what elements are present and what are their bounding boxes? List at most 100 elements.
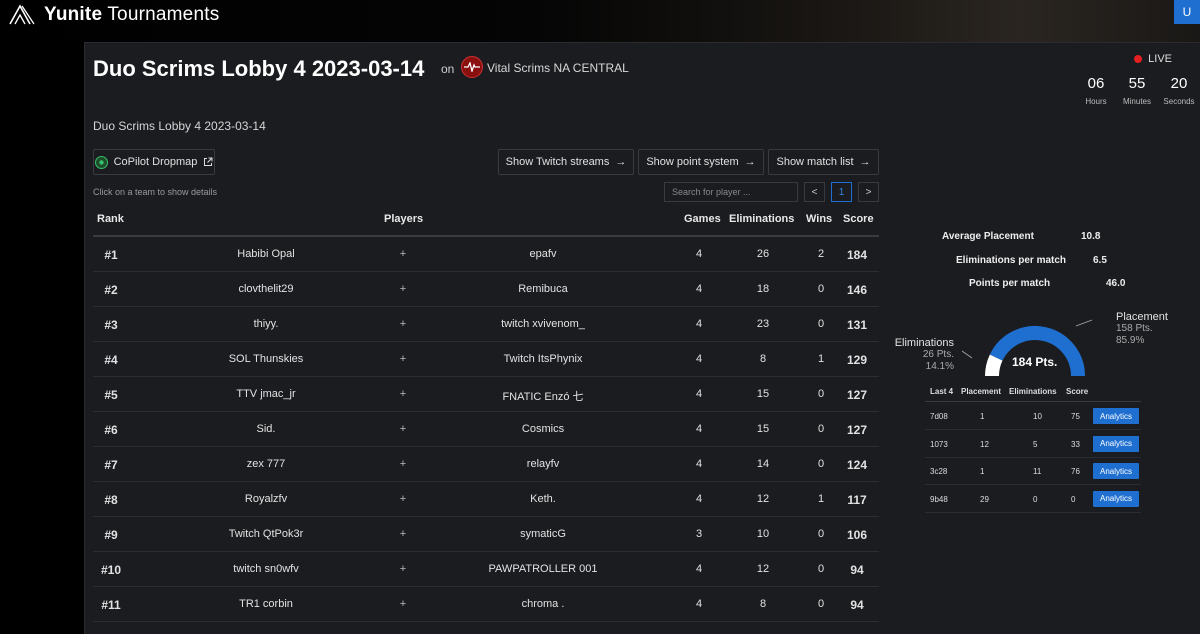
score-cell: 0	[1071, 494, 1076, 504]
games-cell: 3	[695, 528, 703, 540]
wins-cell: 1	[817, 353, 825, 365]
copilot-dropmap-button[interactable]: CoPilot Dropmap	[93, 149, 215, 175]
score-cell: 127	[846, 388, 868, 402]
countdown-hours: 06 Hours	[1085, 75, 1107, 106]
avg-placement-label: Average Placement	[942, 231, 1034, 242]
score-cell: 33	[1071, 439, 1080, 449]
score-cell: 75	[1071, 412, 1080, 421]
user-button[interactable]: U	[1174, 0, 1200, 24]
copilot-icon	[94, 155, 108, 169]
plus-sign: +	[399, 248, 407, 260]
rank-cell: #9	[104, 528, 118, 542]
on-label: on	[441, 62, 455, 76]
player-name: Royalzfv	[244, 493, 288, 505]
player-name: twitch sn0wfv	[233, 563, 299, 575]
score-cell: 146	[846, 283, 868, 297]
team-row[interactable]: #4 SOL Thunskies + Twitch ItsPhynix 4 8 1 129	[93, 342, 879, 377]
games-cell: 4	[695, 353, 703, 365]
elims-cell: 8	[759, 598, 767, 610]
countdown: 06 Hours 55 Minutes 20 Seconds	[1076, 75, 1200, 106]
page-current-button[interactable]: 1	[831, 182, 852, 202]
team-row[interactable]: #9 Twitch QtPok3r + symaticG 3 10 0 106	[93, 517, 879, 552]
leaderboard-header: Rank Players Games Eliminations Wins Sco…	[93, 213, 879, 237]
top-navbar: Yunite Tournaments U	[0, 0, 1200, 42]
show-match-list-button[interactable]: Show match list →	[768, 149, 879, 175]
page-next-button[interactable]: >	[858, 182, 879, 202]
show-point-system-button[interactable]: Show point system →	[638, 149, 764, 175]
plus-sign: +	[399, 528, 407, 540]
gauge-total: 184 Pts.	[1012, 355, 1058, 369]
plus-sign: +	[399, 388, 407, 400]
org-link[interactable]: Vital Scrims NA CENTRAL	[487, 61, 629, 75]
elims-cell: 12	[756, 563, 770, 575]
analytics-button[interactable]: Analytics	[1093, 463, 1139, 479]
brand-logo[interactable]: Yunite Tournaments	[8, 4, 219, 26]
games-cell: 4	[695, 563, 703, 575]
player-name: Sid.	[256, 423, 276, 435]
score-cell: 124	[846, 458, 868, 472]
analytics-button[interactable]: Analytics	[1093, 435, 1139, 452]
player-name: PAWPATROLLER 001	[488, 563, 598, 575]
team-row[interactable]: #10 twitch sn0wfv + PAWPATROLLER 001 4 12 0 94	[93, 552, 879, 587]
wins-cell: 0	[817, 598, 825, 610]
player-name: Habibi Opal	[237, 248, 295, 260]
plus-sign: +	[399, 598, 407, 610]
match-id: 7d08	[930, 412, 948, 421]
elims-cell: 15	[756, 388, 770, 400]
match-id: 3c28	[930, 467, 948, 476]
col-wins: Wins	[806, 213, 833, 225]
analytics-button[interactable]: Analytics	[1093, 408, 1139, 424]
score-cell: 94	[850, 563, 864, 577]
rank-cell: #11	[101, 598, 121, 612]
brand-name: Yunite Tournaments	[44, 4, 220, 25]
games-cell: 4	[695, 423, 703, 435]
show-twitch-streams-button[interactable]: Show Twitch streams →	[498, 149, 634, 175]
team-row[interactable]: #6 Sid. + Cosmics 4 15 0 127	[93, 412, 879, 447]
games-cell: 4	[695, 318, 703, 330]
org-logo-icon[interactable]	[461, 56, 483, 78]
last4-row: 9b48 29 0 0 Analytics	[925, 486, 1141, 513]
points-per-match-label: Points per match	[969, 278, 1051, 289]
placement-cell: 1	[980, 467, 985, 476]
player-name: Cosmics	[521, 423, 565, 435]
elims-cell: 0	[1033, 494, 1038, 504]
countdown-minutes: 55 Minutes	[1122, 75, 1151, 106]
wins-cell: 0	[817, 563, 825, 575]
team-row[interactable]: #5 TTV jmac_jr + FNATIC Enzó 七 4 15 0 127	[93, 377, 879, 412]
match-id: 1073	[930, 439, 948, 449]
player-name: Twitch ItsPhynix	[503, 353, 583, 365]
games-cell: 4	[695, 458, 703, 470]
page-subtitle: Duo Scrims Lobby 4 2023-03-14	[93, 119, 266, 133]
wins-cell: 0	[817, 283, 825, 295]
page-prev-button[interactable]: <	[804, 182, 825, 202]
live-dot-icon	[1134, 55, 1143, 63]
elims-per-match-value: 6.5	[1093, 255, 1107, 266]
plus-sign: +	[399, 283, 407, 295]
analytics-button[interactable]: Analytics	[1093, 490, 1139, 507]
team-row[interactable]: #8 Royalzfv + Keth. 4 12 1 117	[93, 482, 879, 517]
leaderboard-rows: #1 Habibi Opal + epafv 4 26 2 184 #2 clovthelit29…	[93, 237, 879, 622]
team-row[interactable]: #1 Habibi Opal + epafv 4 26 2 184	[93, 237, 879, 272]
plus-sign: +	[399, 458, 407, 470]
score-cell: 127	[846, 423, 868, 437]
placement-cell: 1	[980, 412, 985, 421]
score-cell: 117	[847, 493, 867, 507]
player-search-input[interactable]	[664, 182, 798, 202]
elims-cell: 15	[756, 423, 770, 435]
team-row[interactable]: #3 thiyy. + twitch xvivenom_ 4 23 0 131	[93, 307, 879, 342]
wins-cell: 0	[817, 423, 825, 435]
team-row[interactable]: #2 clovthelit29 + Remibuca 4 18 0 146	[93, 272, 879, 307]
elims-cell: 26	[756, 248, 770, 260]
col-players: Players	[384, 213, 424, 225]
elims-cell: 18	[756, 283, 770, 295]
team-row[interactable]: #7 zex 777 + relayfv 4 14 0 124	[93, 447, 879, 482]
games-cell: 4	[695, 388, 703, 400]
points-per-match-value: 46.0	[1106, 278, 1126, 289]
elims-cell: 12	[756, 493, 770, 505]
team-row[interactable]: #11 TR1 corbin + chroma . 4 8 0 94	[93, 587, 879, 622]
yunite-logo-icon	[9, 4, 35, 25]
elims-cell: 10	[1033, 412, 1042, 421]
last4-row: 1073 12 5 33 Analytics	[925, 431, 1141, 458]
player-name: SOL Thunskies	[228, 353, 304, 365]
external-link-icon	[204, 157, 213, 166]
